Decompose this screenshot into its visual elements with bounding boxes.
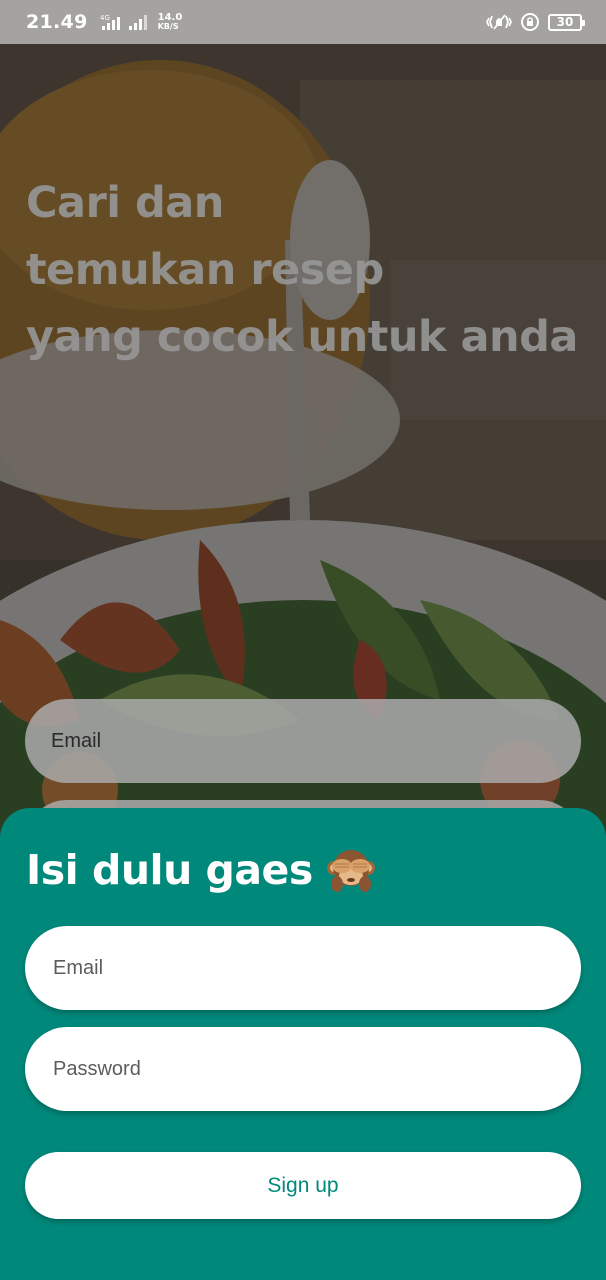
signup-button[interactable]: Sign up — [25, 1152, 581, 1219]
password-field[interactable] — [25, 1027, 581, 1111]
vibrate-icon — [486, 14, 512, 30]
network-speed: 14.0 KB/S — [157, 12, 183, 32]
see-no-evil-monkey-icon — [326, 850, 375, 892]
speed-value: 14.0 — [157, 12, 183, 23]
email-field[interactable] — [25, 926, 581, 1010]
background-email-field: Email — [25, 699, 581, 783]
status-time: 21.49 — [26, 11, 88, 33]
hero-line-1: Cari dan — [26, 178, 224, 228]
rotation-lock-icon — [521, 13, 539, 31]
hero-headline: Cari dan temukan resep yang cocok untuk … — [26, 170, 596, 371]
status-bar: 21.49 4G 14.0 KB/S 30 — [0, 0, 606, 44]
hero-line-3: yang cocok untuk anda — [26, 312, 578, 362]
hero-line-2: temukan resep — [26, 245, 384, 295]
signal-4g-icon: 4G — [100, 14, 120, 30]
password-input[interactable] — [51, 1056, 581, 1082]
sheet-title-text: Isi dulu gaes — [26, 846, 313, 894]
speed-unit: KB/S — [157, 22, 179, 31]
battery-level: 30 — [556, 15, 574, 29]
signup-screen: 21.49 4G 14.0 KB/S 30 Cari dan temukan r… — [0, 0, 606, 1280]
battery-icon: 30 — [548, 13, 585, 31]
signal-icon — [128, 15, 147, 30]
signup-bottom-sheet: Isi dulu gaes Sign up — [0, 808, 606, 1280]
background-email-placeholder: Email — [51, 729, 102, 752]
status-right-icons: 30 — [486, 12, 585, 32]
sheet-title: Isi dulu gaes — [26, 844, 377, 896]
svg-text:4G: 4G — [100, 14, 110, 22]
network-indicators: 4G 14.0 KB/S — [100, 12, 183, 32]
email-input[interactable] — [51, 955, 581, 981]
